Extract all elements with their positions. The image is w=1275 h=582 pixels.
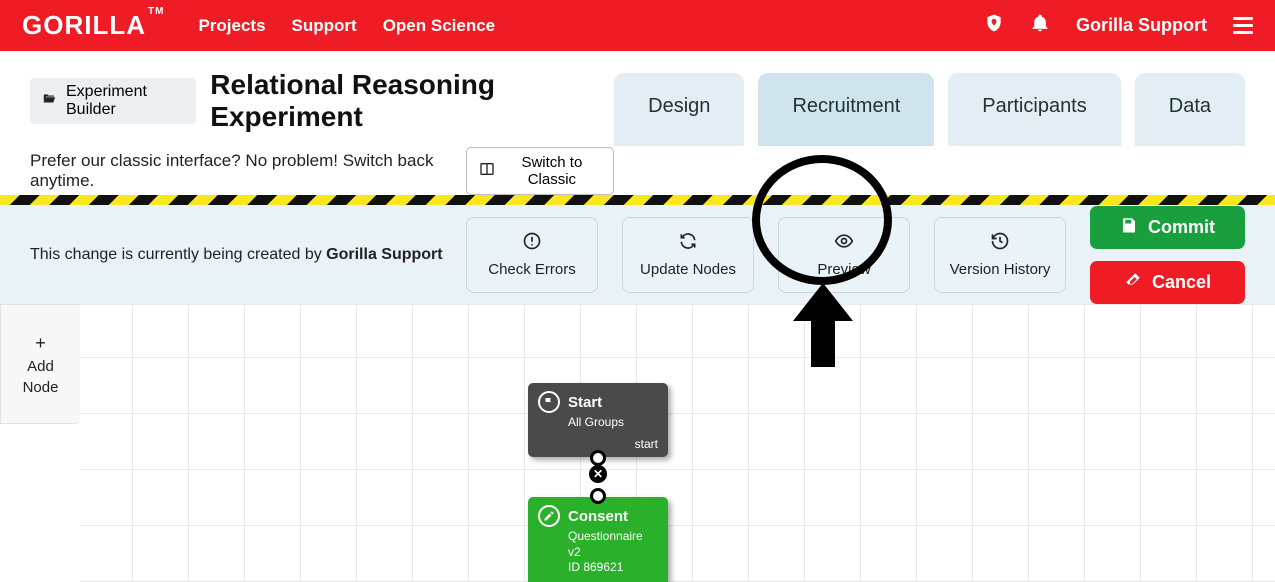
top-nav: GORILLATM Projects Support Open Science … — [0, 0, 1275, 51]
header-left: Experiment Builder Relational Reasoning … — [30, 69, 614, 195]
node-start[interactable]: Start All Groups start ✕ — [528, 383, 668, 457]
alert-icon — [522, 231, 542, 255]
nav-open-science[interactable]: Open Science — [383, 16, 495, 36]
update-nodes-button[interactable]: Update Nodes — [622, 217, 754, 293]
tabs: Design Recruitment Participants Data — [614, 73, 1245, 146]
node-start-footer: start — [538, 437, 658, 451]
edit-actions: Check Errors Update Nodes Preview Versio… — [466, 206, 1245, 304]
save-icon — [1120, 216, 1138, 239]
node-start-subtitle: All Groups — [568, 415, 658, 431]
edit-bar: This change is currently being created b… — [0, 205, 1275, 304]
node-consent-meta: Questionnaire v2 ID 869621 — [568, 529, 658, 576]
tab-participants[interactable]: Participants — [948, 73, 1121, 146]
node-consent[interactable]: Consent Questionnaire v2 ID 869621 quest… — [528, 497, 668, 582]
node-consent-line2: ID 869621 — [568, 560, 658, 576]
switch-to-classic-button[interactable]: Switch to Classic — [466, 147, 615, 195]
canvas-area: + Add Node Start All Groups start ✕ — [0, 304, 1275, 582]
shield-icon[interactable] — [984, 13, 1004, 38]
check-errors-button[interactable]: Check Errors — [466, 217, 598, 293]
breadcrumb-row: Experiment Builder Relational Reasoning … — [30, 69, 614, 133]
brand-tm: TM — [148, 6, 164, 17]
node-start-head: Start — [538, 391, 658, 413]
refresh-icon — [678, 231, 698, 255]
node-consent-head: Consent — [538, 505, 658, 527]
preview-button[interactable]: Preview — [778, 217, 910, 293]
tab-design[interactable]: Design — [614, 73, 744, 146]
port-close-icon[interactable]: ✕ — [589, 465, 607, 483]
brand-name: GORILLA — [22, 10, 146, 40]
top-nav-right: Gorilla Support — [984, 13, 1253, 38]
plus-icon: + — [35, 333, 46, 354]
breadcrumb[interactable]: Experiment Builder — [30, 78, 196, 124]
nav-links: Projects Support Open Science — [198, 16, 495, 36]
cancel-button[interactable]: Cancel — [1090, 261, 1245, 304]
preview-label: Preview — [817, 261, 870, 278]
switch-button-label: Switch to Classic — [503, 154, 602, 188]
tab-recruitment[interactable]: Recruitment — [758, 73, 934, 146]
top-nav-left: GORILLATM Projects Support Open Science — [22, 10, 495, 41]
commit-label: Commit — [1148, 217, 1215, 238]
tab-data[interactable]: Data — [1135, 73, 1245, 146]
layout-icon — [479, 161, 495, 181]
switch-hint-text: Prefer our classic interface? No problem… — [30, 151, 452, 191]
flag-icon — [538, 391, 560, 413]
add-label: Add — [27, 358, 54, 375]
edit-notice-author: Gorilla Support — [326, 246, 442, 263]
page-title: Relational Reasoning Experiment — [210, 69, 614, 133]
brand-logo[interactable]: GORILLATM — [22, 10, 162, 41]
menu-icon[interactable] — [1233, 17, 1253, 34]
add-node-button[interactable]: + Add Node — [0, 304, 80, 424]
eye-icon — [834, 231, 854, 255]
node-label: Node — [23, 379, 59, 396]
nav-support[interactable]: Support — [292, 16, 357, 36]
port-in-icon[interactable] — [590, 488, 606, 504]
version-history-label: Version History — [950, 261, 1051, 278]
user-display-name[interactable]: Gorilla Support — [1076, 15, 1207, 36]
update-nodes-label: Update Nodes — [640, 261, 736, 278]
folder-open-icon — [40, 92, 58, 111]
node-consent-line1: Questionnaire v2 — [568, 529, 658, 560]
node-consent-title: Consent — [568, 508, 628, 525]
bell-icon[interactable] — [1030, 13, 1050, 38]
history-icon — [990, 231, 1010, 255]
eraser-icon — [1124, 271, 1142, 294]
version-history-button[interactable]: Version History — [934, 217, 1066, 293]
switch-row: Prefer our classic interface? No problem… — [30, 147, 614, 195]
edit-notice-prefix: This change is currently being created b… — [30, 246, 326, 263]
edit-notice: This change is currently being created b… — [30, 246, 443, 264]
header-block: Experiment Builder Relational Reasoning … — [0, 51, 1275, 195]
edit-commit-buttons: Commit Cancel — [1090, 206, 1245, 304]
breadcrumb-label: Experiment Builder — [66, 83, 186, 119]
node-start-title: Start — [568, 394, 602, 411]
port-out-icon[interactable] — [590, 450, 606, 466]
nav-projects[interactable]: Projects — [198, 16, 265, 36]
commit-button[interactable]: Commit — [1090, 206, 1245, 249]
hazard-stripe — [0, 195, 1275, 205]
cancel-label: Cancel — [1152, 272, 1211, 293]
edit-icon — [538, 505, 560, 527]
canvas-grid[interactable]: Start All Groups start ✕ Consent Questio… — [80, 304, 1275, 582]
check-errors-label: Check Errors — [488, 261, 576, 278]
